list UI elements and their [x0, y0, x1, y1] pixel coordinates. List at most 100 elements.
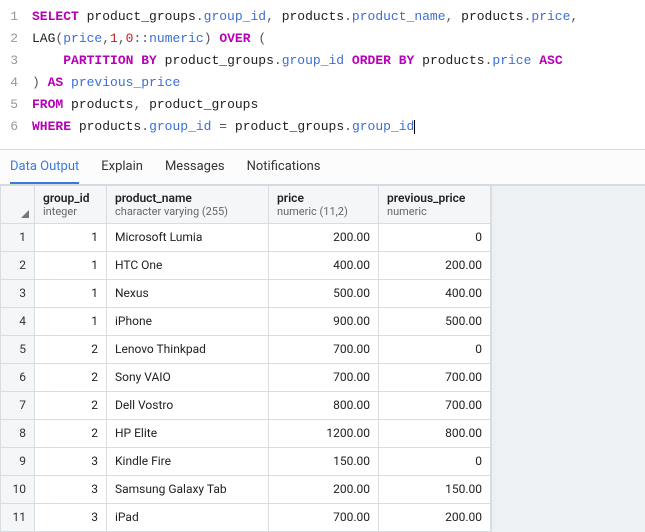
editor-line[interactable]: 5FROM products, product_groups: [0, 94, 645, 116]
column-type: character varying (255): [115, 205, 260, 218]
table-row[interactable]: 31Nexus500.00400.00: [1, 279, 491, 307]
editor-line[interactable]: 3 PARTITION BY product_groups.group_id O…: [0, 50, 645, 72]
cell[interactable]: 500.00: [379, 307, 491, 335]
line-number: 2: [0, 28, 32, 50]
tab-data-output[interactable]: Data Output: [10, 151, 79, 184]
cell[interactable]: 900.00: [269, 307, 379, 335]
line-code[interactable]: SELECT product_groups.group_id, products…: [32, 6, 645, 28]
cell[interactable]: 700.00: [269, 335, 379, 363]
grid-corner[interactable]: [1, 185, 35, 223]
cell[interactable]: 2: [35, 391, 107, 419]
cell[interactable]: 150.00: [379, 475, 491, 503]
column-name: previous_price: [387, 191, 465, 205]
tab-explain[interactable]: Explain: [101, 151, 143, 182]
cell[interactable]: 1: [35, 279, 107, 307]
table-row[interactable]: 113iPad700.00200.00: [1, 503, 491, 531]
column-type: numeric: [387, 205, 482, 218]
cell[interactable]: 2: [35, 419, 107, 447]
cell[interactable]: Dell Vostro: [107, 391, 269, 419]
editor-line[interactable]: 2LAG(price,1,0::numeric) OVER (: [0, 28, 645, 50]
cell[interactable]: 200.00: [379, 251, 491, 279]
cell[interactable]: 700.00: [269, 363, 379, 391]
row-number[interactable]: 5: [1, 335, 35, 363]
cell[interactable]: Nexus: [107, 279, 269, 307]
cell[interactable]: Sony VAIO: [107, 363, 269, 391]
line-number: 3: [0, 50, 32, 72]
row-number[interactable]: 10: [1, 475, 35, 503]
row-number[interactable]: 7: [1, 391, 35, 419]
cell[interactable]: 200.00: [269, 475, 379, 503]
column-header[interactable]: group_idinteger: [35, 185, 107, 223]
cell[interactable]: 200.00: [379, 503, 491, 531]
line-code[interactable]: LAG(price,1,0::numeric) OVER (: [32, 28, 645, 50]
cell[interactable]: 3: [35, 447, 107, 475]
cell[interactable]: 400.00: [269, 251, 379, 279]
cell[interactable]: 2: [35, 363, 107, 391]
table-row[interactable]: 82HP Elite1200.00800.00: [1, 419, 491, 447]
cell[interactable]: HTC One: [107, 251, 269, 279]
editor-line[interactable]: 6WHERE products.group_id = product_group…: [0, 116, 645, 138]
cell[interactable]: 1: [35, 223, 107, 251]
row-number[interactable]: 3: [1, 279, 35, 307]
cell[interactable]: Samsung Galaxy Tab: [107, 475, 269, 503]
cell[interactable]: 400.00: [379, 279, 491, 307]
cell[interactable]: Microsoft Lumia: [107, 223, 269, 251]
column-name: price: [277, 191, 304, 205]
column-header[interactable]: previous_pricenumeric: [379, 185, 491, 223]
cell[interactable]: 0: [379, 335, 491, 363]
line-code[interactable]: FROM products, product_groups: [32, 94, 645, 116]
editor-line[interactable]: 1SELECT product_groups.group_id, product…: [0, 6, 645, 28]
editor-line[interactable]: 4) AS previous_price: [0, 72, 645, 94]
cell[interactable]: 700.00: [379, 363, 491, 391]
cell[interactable]: 3: [35, 503, 107, 531]
row-number[interactable]: 2: [1, 251, 35, 279]
cell[interactable]: iPad: [107, 503, 269, 531]
sql-editor[interactable]: 1SELECT product_groups.group_id, product…: [0, 0, 645, 149]
row-number[interactable]: 8: [1, 419, 35, 447]
line-code[interactable]: PARTITION BY product_groups.group_id ORD…: [32, 50, 645, 72]
row-number[interactable]: 9: [1, 447, 35, 475]
cell[interactable]: 150.00: [269, 447, 379, 475]
cell[interactable]: 0: [379, 223, 491, 251]
cell[interactable]: 1200.00: [269, 419, 379, 447]
row-number[interactable]: 11: [1, 503, 35, 531]
column-header[interactable]: pricenumeric (11,2): [269, 185, 379, 223]
cell[interactable]: iPhone: [107, 307, 269, 335]
line-number: 1: [0, 6, 32, 28]
cell[interactable]: 500.00: [269, 279, 379, 307]
line-code[interactable]: ) AS previous_price: [32, 72, 645, 94]
row-number[interactable]: 4: [1, 307, 35, 335]
tab-messages[interactable]: Messages: [165, 151, 225, 182]
text-cursor: [414, 120, 415, 134]
table-row[interactable]: 93Kindle Fire150.000: [1, 447, 491, 475]
table-row[interactable]: 41iPhone900.00500.00: [1, 307, 491, 335]
table-row[interactable]: 21HTC One400.00200.00: [1, 251, 491, 279]
cell[interactable]: 200.00: [269, 223, 379, 251]
column-name: product_name: [115, 191, 192, 205]
cell[interactable]: 2: [35, 335, 107, 363]
cell[interactable]: 0: [379, 447, 491, 475]
cell[interactable]: HP Elite: [107, 419, 269, 447]
result-grid[interactable]: group_idintegerproduct_namecharacter var…: [0, 185, 491, 532]
line-code[interactable]: WHERE products.group_id = product_groups…: [32, 116, 645, 138]
cell[interactable]: 800.00: [269, 391, 379, 419]
table-row[interactable]: 52Lenovo Thinkpad700.000: [1, 335, 491, 363]
row-number[interactable]: 1: [1, 223, 35, 251]
cell[interactable]: Lenovo Thinkpad: [107, 335, 269, 363]
column-name: group_id: [43, 191, 89, 205]
line-number: 5: [0, 94, 32, 116]
row-number[interactable]: 6: [1, 363, 35, 391]
table-row[interactable]: 62Sony VAIO700.00700.00: [1, 363, 491, 391]
cell[interactable]: 700.00: [269, 503, 379, 531]
cell[interactable]: 3: [35, 475, 107, 503]
cell[interactable]: 800.00: [379, 419, 491, 447]
table-row[interactable]: 72Dell Vostro800.00700.00: [1, 391, 491, 419]
table-row[interactable]: 11Microsoft Lumia200.000: [1, 223, 491, 251]
tab-notifications[interactable]: Notifications: [247, 151, 321, 182]
cell[interactable]: 1: [35, 307, 107, 335]
column-header[interactable]: product_namecharacter varying (255): [107, 185, 269, 223]
cell[interactable]: 1: [35, 251, 107, 279]
table-row[interactable]: 103Samsung Galaxy Tab200.00150.00: [1, 475, 491, 503]
cell[interactable]: 700.00: [379, 391, 491, 419]
cell[interactable]: Kindle Fire: [107, 447, 269, 475]
